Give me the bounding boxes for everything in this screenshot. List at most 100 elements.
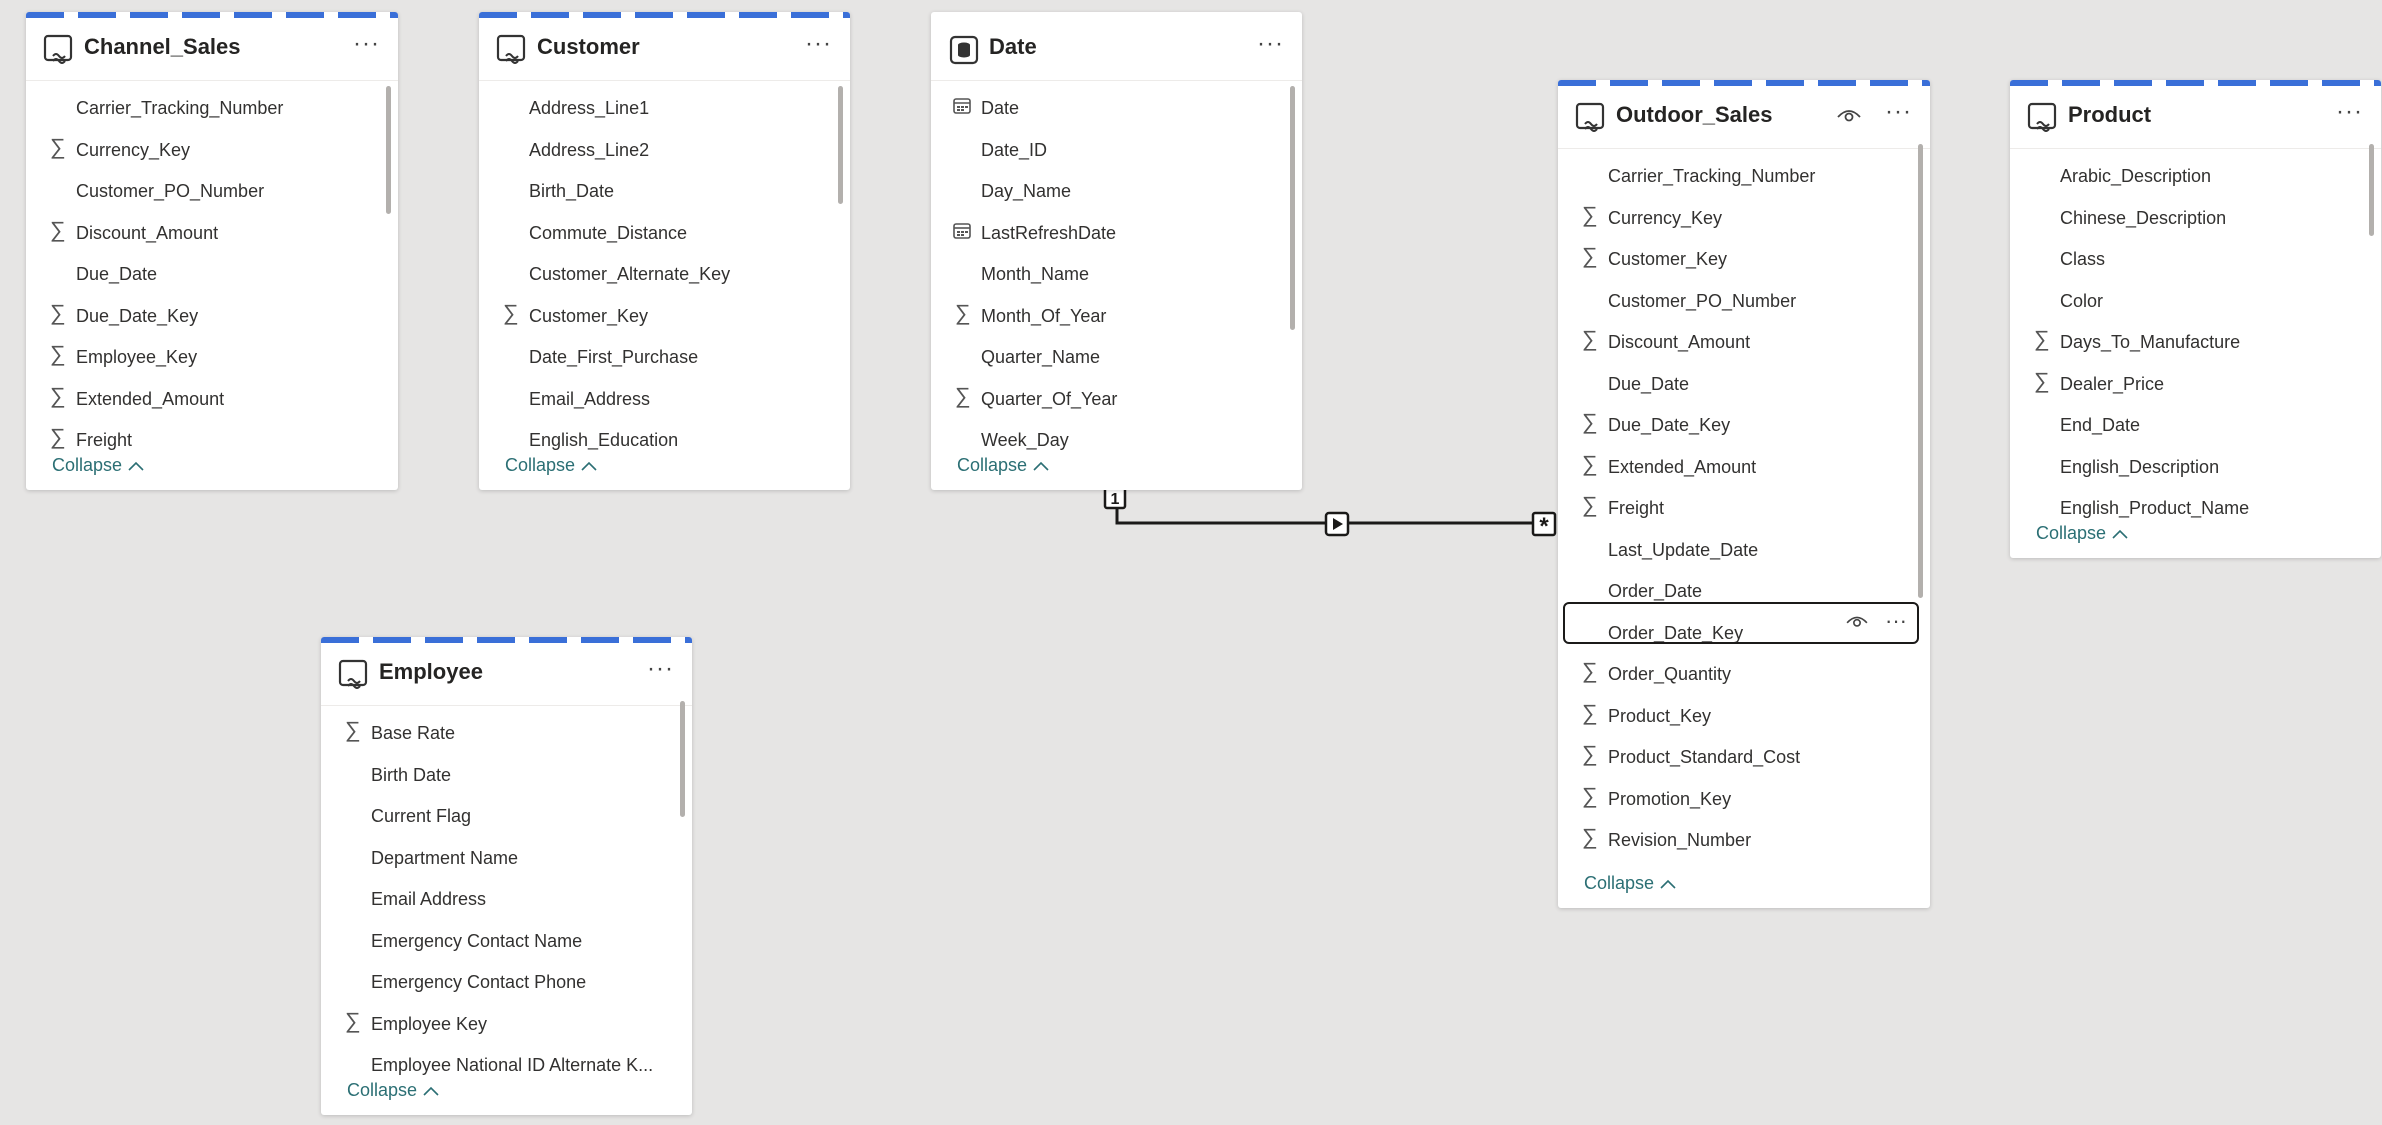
field-row[interactable]: Day_Name [931, 169, 1302, 211]
field-row[interactable]: Date_ID [931, 128, 1302, 170]
scrollbar[interactable] [386, 86, 391, 214]
field-row[interactable]: English_Description [2010, 445, 2381, 487]
table-card-header[interactable]: Outdoor_Sales ··· [1558, 80, 1930, 149]
table-card-header[interactable]: Channel_Sales ··· [26, 12, 398, 81]
table-card-header[interactable]: Product ··· [2010, 80, 2381, 149]
field-row[interactable]: ∑ Extended_Amount [26, 377, 398, 419]
more-options-icon[interactable]: ··· [1885, 98, 1912, 126]
field-row[interactable]: ∑ Currency_Key [1558, 196, 1930, 238]
field-row[interactable]: Chinese_Description [2010, 196, 2381, 238]
field-row[interactable]: Email_Address [479, 377, 850, 419]
field-row[interactable]: ∑ Base Rate [321, 711, 692, 753]
field-row[interactable]: Current Flag [321, 794, 692, 836]
field-row[interactable]: ∑ Dealer_Price [2010, 362, 2381, 404]
field-row[interactable]: Address_Line2 [479, 128, 850, 170]
field-row[interactable]: Color [2010, 279, 2381, 321]
visibility-eye-icon[interactable] [1836, 105, 1862, 125]
field-row[interactable]: Customer_PO_Number [1558, 279, 1930, 321]
collapse-link[interactable]: Collapse [52, 455, 144, 476]
field-row[interactable]: Carrier_Tracking_Number [1558, 154, 1930, 196]
field-row[interactable]: Department Name [321, 836, 692, 878]
field-row[interactable]: ∑ Revision_Number [1558, 818, 1930, 860]
field-row[interactable]: Commute_Distance [479, 211, 850, 253]
table-card-date[interactable]: Date ··· Date Date_ID Day_Name LastRefreshD… [931, 12, 1302, 490]
field-row[interactable]: Date_First_Purchase [479, 335, 850, 377]
sigma-icon: ∑ [1582, 409, 1598, 434]
field-row[interactable]: Birth Date [321, 753, 692, 795]
more-options-icon[interactable]: ··· [1257, 30, 1284, 58]
field-name: Employee National ID Alternate K... [371, 1055, 654, 1075]
table-card-outdoor-sales[interactable]: Outdoor_Sales ··· Carrier_Tracking_Numbe… [1558, 80, 1930, 908]
table-card-header[interactable]: Date ··· [931, 12, 1302, 81]
scrollbar[interactable] [680, 701, 685, 817]
scrollbar[interactable] [1290, 86, 1295, 330]
field-name: Date_ID [981, 139, 1048, 160]
more-options-icon[interactable]: ··· [353, 30, 380, 58]
field-row[interactable]: Employee National ID Alternate K... [321, 1043, 692, 1085]
field-row[interactable]: Birth_Date [479, 169, 850, 211]
field-row[interactable]: Address_Line1 [479, 86, 850, 128]
more-options-icon[interactable]: ··· [647, 655, 674, 683]
field-row[interactable]: Week_Day [931, 418, 1302, 460]
field-row[interactable]: ∑ Customer_Key [479, 294, 850, 336]
field-row[interactable]: ∑ Discount_Amount [1558, 320, 1930, 362]
field-row[interactable]: Class [2010, 237, 2381, 279]
field-row[interactable]: ∑ Due_Date_Key [1558, 403, 1930, 445]
collapse-link[interactable]: Collapse [505, 455, 597, 476]
table-card-employee[interactable]: Employee ··· ∑ Base Rate Birth Date Current… [321, 637, 692, 1115]
more-options-icon[interactable]: ··· [805, 30, 832, 58]
field-row[interactable]: English_Product_Name [2010, 486, 2381, 528]
field-row[interactable]: ∑ Quarter_Of_Year [931, 377, 1302, 419]
collapse-link[interactable]: Collapse [347, 1080, 439, 1101]
field-row[interactable]: ∑ Currency_Key [26, 128, 398, 170]
field-row[interactable]: Carrier_Tracking_Number [26, 86, 398, 128]
field-name: Extended_Amount [1608, 456, 1757, 477]
field-row[interactable]: ∑ Employee_Key [26, 335, 398, 377]
field-row[interactable]: ∑ Days_To_Manufacture [2010, 320, 2381, 362]
field-row[interactable]: English_Education [479, 418, 850, 460]
field-row[interactable]: Customer_PO_Number [26, 169, 398, 211]
collapse-link[interactable]: Collapse [1584, 873, 1676, 894]
visibility-eye-icon[interactable] [1845, 612, 1869, 635]
collapse-link[interactable]: Collapse [2036, 523, 2128, 544]
field-row[interactable]: ∑ Due_Date_Key [26, 294, 398, 336]
collapse-label: Collapse [347, 1080, 418, 1100]
field-row[interactable]: ∑ Freight [1558, 486, 1930, 528]
field-row[interactable]: ∑ Month_Of_Year [931, 294, 1302, 336]
field-row[interactable]: Customer_Alternate_Key [479, 252, 850, 294]
field-row[interactable]: Due_Date [1558, 362, 1930, 404]
field-row[interactable]: ∑ Discount_Amount [26, 211, 398, 253]
field-row[interactable]: ∑ Employee Key [321, 1002, 692, 1044]
scrollbar[interactable] [2369, 144, 2374, 236]
field-row[interactable]: ∑ Extended_Amount [1558, 445, 1930, 487]
field-row[interactable]: Last_Update_Date [1558, 528, 1930, 570]
collapse-link[interactable]: Collapse [957, 455, 1049, 476]
table-card-channel-sales[interactable]: Channel_Sales ··· Carrier_Tracking_Numbe… [26, 12, 398, 490]
field-row[interactable]: ∑ Customer_Key [1558, 237, 1930, 279]
field-row[interactable]: Month_Name [931, 252, 1302, 294]
field-row[interactable]: Emergency Contact Name [321, 919, 692, 961]
field-row[interactable]: Arabic_Description [2010, 154, 2381, 196]
field-row[interactable]: End_Date [2010, 403, 2381, 445]
field-row[interactable]: ∑ Product_Key [1558, 694, 1930, 736]
field-row[interactable]: ∑ Freight [26, 418, 398, 460]
table-card-customer[interactable]: Customer ··· Address_Line1 Address_Line2 B… [479, 12, 850, 490]
field-row[interactable]: LastRefreshDate [931, 211, 1302, 253]
field-row[interactable]: Date [931, 86, 1302, 128]
scrollbar[interactable] [1918, 144, 1923, 598]
more-options-icon[interactable]: ··· [2336, 98, 2363, 126]
table-card-header[interactable]: Customer ··· [479, 12, 850, 81]
table-card-header[interactable]: Employee ··· [321, 637, 692, 706]
selected-field-highlight[interactable]: ··· [1563, 602, 1919, 644]
field-row[interactable]: Quarter_Name [931, 335, 1302, 377]
field-row[interactable]: ∑ Order_Quantity [1558, 652, 1930, 694]
field-more-options-icon[interactable]: ··· [1885, 608, 1907, 634]
field-row[interactable]: ∑ Product_Standard_Cost [1558, 735, 1930, 777]
table-card-product[interactable]: Product ··· Arabic_Description Chinese_De… [2010, 80, 2381, 558]
sigma-icon: ∑ [1582, 699, 1598, 725]
field-row[interactable]: ∑ Promotion_Key [1558, 777, 1930, 819]
scrollbar[interactable] [838, 86, 843, 204]
field-row[interactable]: Emergency Contact Phone [321, 960, 692, 1002]
field-row[interactable]: Email Address [321, 877, 692, 919]
field-row[interactable]: Due_Date [26, 252, 398, 294]
